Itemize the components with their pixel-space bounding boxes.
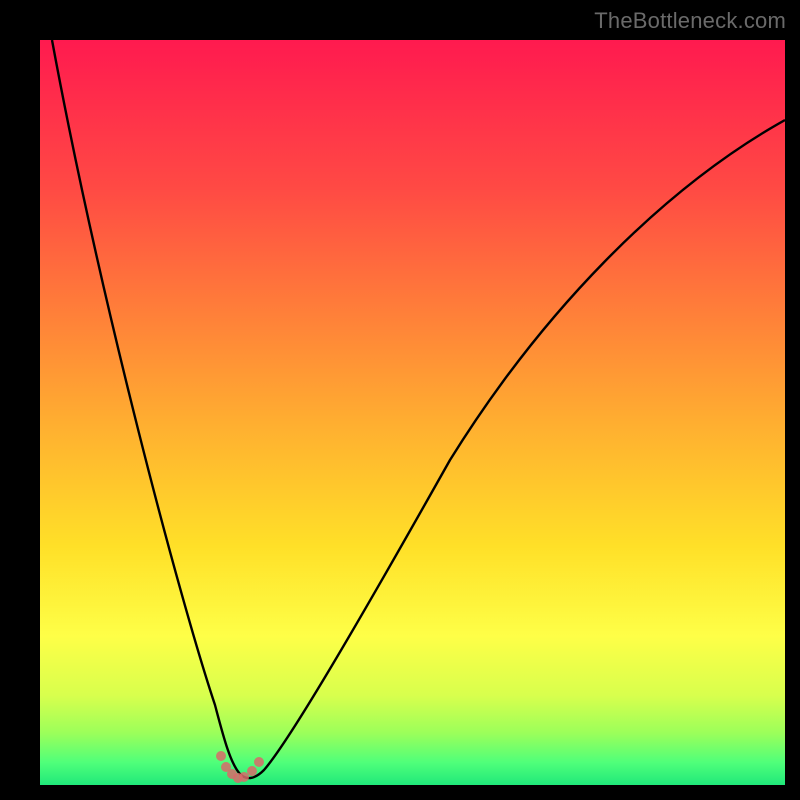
trough-markers-group (216, 751, 264, 783)
trough-marker (254, 757, 264, 767)
bottleneck-curve (52, 40, 785, 778)
chart-frame: TheBottleneck.com (0, 0, 800, 800)
trough-marker (247, 766, 257, 776)
trough-marker (216, 751, 226, 761)
plot-area (40, 40, 785, 785)
watermark-text: TheBottleneck.com (594, 8, 786, 34)
trough-marker (239, 772, 249, 782)
chart-svg (40, 40, 785, 785)
